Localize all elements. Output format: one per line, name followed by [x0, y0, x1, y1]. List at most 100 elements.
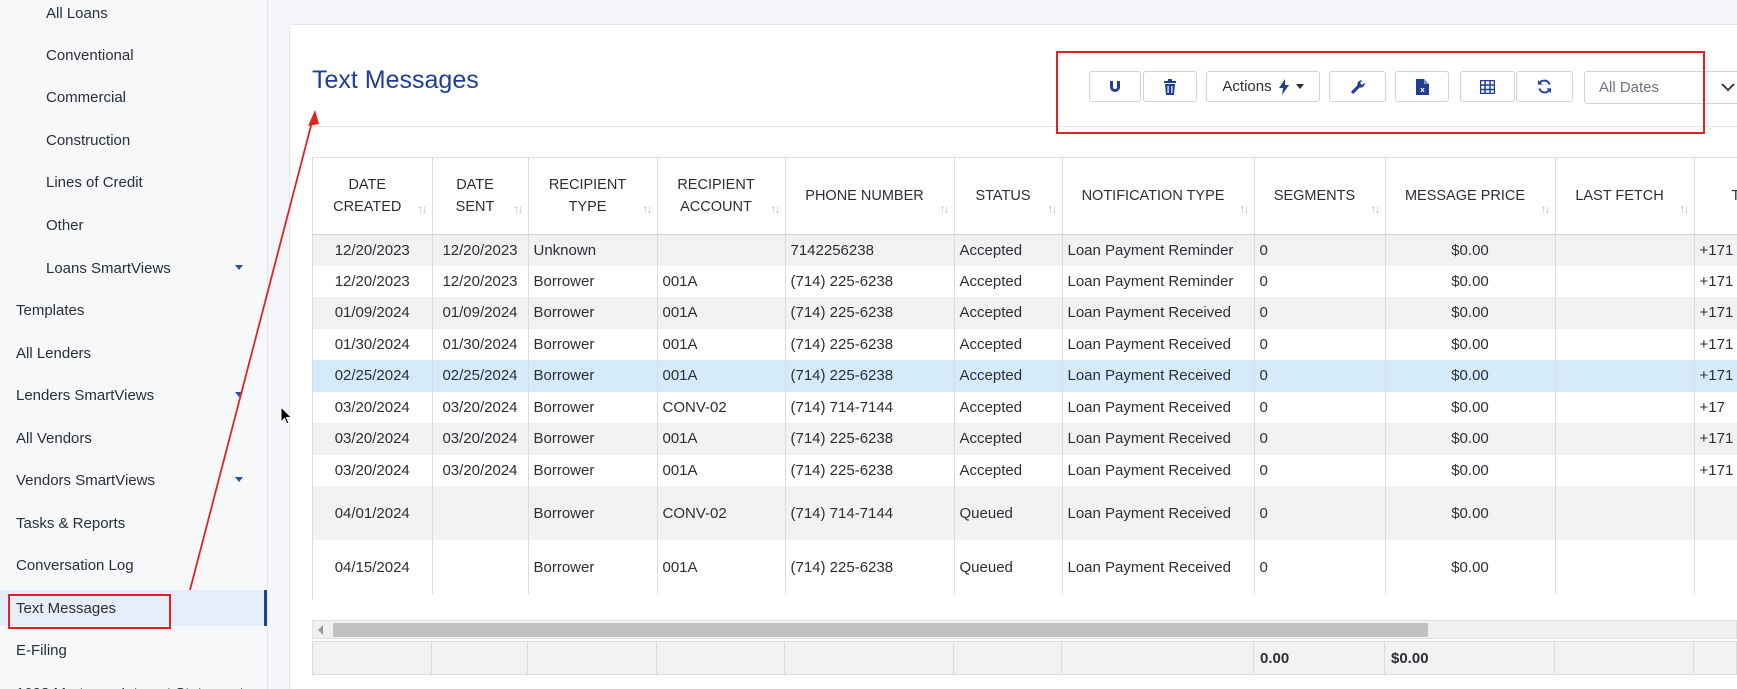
- sidebar-item-label: Construction: [46, 131, 131, 149]
- date-filter-value: All Dates: [1599, 79, 1660, 96]
- export-excel-button[interactable]: x: [1395, 71, 1449, 102]
- sidebar-item-construction[interactable]: Construction: [0, 122, 267, 158]
- messages-table: DATE CREATED ↑↓ DATE SENT ↑↓ RECIPIENT TYPE ↑…: [313, 158, 1737, 594]
- table-cell: 0: [1254, 234, 1386, 266]
- refresh-button[interactable]: [1516, 71, 1573, 102]
- column-header-last-fetch[interactable]: LAST FETCH ↑↓: [1555, 158, 1695, 235]
- table-cell: 001A: [657, 360, 786, 392]
- column-header-to-n[interactable]: TO N: [1694, 158, 1737, 235]
- table-row[interactable]: 03/20/2024 03/20/2024 Borrower CONV-02 (714)…: [313, 391, 1737, 423]
- total-segments: 0.00: [1254, 642, 1385, 674]
- sidebar-item-loans-smartviews[interactable]: Loans SmartViews: [0, 250, 267, 286]
- column-header-date-created[interactable]: DATE CREATED ↑↓: [313, 158, 433, 235]
- sidebar-item-tasks-reports[interactable]: Tasks & Reports: [0, 505, 267, 541]
- sidebar-item-commercial[interactable]: Commercial: [0, 79, 267, 115]
- sort-icon[interactable]: ↑↓: [1680, 198, 1690, 220]
- table-row[interactable]: 12/20/2023 12/20/2023 Unknown 7142256238 Acc…: [313, 234, 1737, 266]
- table-row[interactable]: 12/20/2023 12/20/2023 Borrower 001A (714) 22…: [313, 265, 1737, 297]
- sidebar-item-lenders-smartviews[interactable]: Lenders SmartViews: [0, 377, 267, 413]
- table-cell: Borrower: [528, 360, 658, 392]
- table-cell: 02/25/2024: [432, 360, 529, 392]
- sidebar-item-lines-of-credit[interactable]: Lines of Credit: [0, 164, 267, 200]
- table-row[interactable]: 01/30/2024 01/30/2024 Borrower 001A (714) 22…: [313, 328, 1737, 360]
- table-cell: $0.00: [1385, 328, 1556, 360]
- scroll-left-arrow-icon[interactable]: [318, 625, 323, 635]
- table-cell: Loan Payment Reminder: [1062, 234, 1255, 266]
- columns-grid-button[interactable]: [1460, 71, 1515, 102]
- trash-icon: [1164, 78, 1176, 95]
- sidebar-item-templates[interactable]: Templates: [0, 292, 267, 328]
- sidebar-item-label: Commercial: [46, 88, 127, 106]
- table-cell: (714) 225-6238: [785, 423, 955, 455]
- bolt-icon: [1278, 78, 1289, 95]
- column-header-message-price[interactable]: MESSAGE PRICE ↑↓: [1385, 158, 1556, 235]
- delete-button[interactable]: [1143, 71, 1197, 102]
- table-row[interactable]: 02/25/2024 02/25/2024 Borrower 001A (714) 22…: [313, 360, 1737, 392]
- table-cell: 02/25/2024: [313, 360, 433, 392]
- table-footer-totals: 0.00 $0.00: [312, 641, 1737, 675]
- sort-icon[interactable]: ↑↓: [940, 198, 950, 220]
- table-cell: 12/20/2023: [432, 265, 529, 297]
- table-row[interactable]: 04/15/2024 Borrower 001A (714) 225-6238 Queu…: [313, 540, 1737, 594]
- sidebar-item-label: 1098 Mortgage Interest Statement: [0, 685, 244, 689]
- scrollbar-thumb[interactable]: [333, 623, 1428, 637]
- table-row[interactable]: 04/01/2024 Borrower CONV-02 (714) 714-7144 Q…: [313, 486, 1737, 540]
- sidebar-item-all-vendors[interactable]: All Vendors: [0, 420, 267, 456]
- table-cell: [432, 540, 529, 594]
- column-header-recipient-type[interactable]: RECIPIENT TYPE ↑↓: [528, 158, 658, 235]
- table-cell: 03/20/2024: [313, 391, 433, 423]
- sort-icon[interactable]: ↑↓: [1541, 198, 1551, 220]
- sidebar-item-vendors-smartviews[interactable]: Vendors SmartViews: [0, 462, 267, 498]
- caret-down-icon[interactable]: [235, 392, 243, 397]
- sidebar-item-all-lenders[interactable]: All Lenders: [0, 335, 267, 371]
- sort-icon[interactable]: ↑↓: [1371, 198, 1381, 220]
- sort-icon[interactable]: ↑↓: [514, 198, 524, 220]
- table-cell: $0.00: [1385, 540, 1556, 594]
- table-cell: 001A: [657, 454, 786, 486]
- column-header-phone-number[interactable]: PHONE NUMBER ↑↓: [785, 158, 955, 235]
- sidebar-item-conventional[interactable]: Conventional: [0, 37, 267, 73]
- table-cell: $0.00: [1385, 391, 1556, 423]
- settings-button[interactable]: [1329, 71, 1386, 102]
- column-header-label: DATE SENT: [455, 176, 495, 215]
- column-header-notification-type[interactable]: NOTIFICATION TYPE ↑↓: [1062, 158, 1255, 235]
- sidebar-item-1098-mortgage-interest-statement[interactable]: 1098 Mortgage Interest Statement: [0, 675, 267, 689]
- magnet-button[interactable]: [1089, 71, 1141, 102]
- sidebar-item-text-messages[interactable]: Text Messages: [0, 590, 267, 626]
- sort-icon[interactable]: ↑↓: [1240, 198, 1250, 220]
- table-cell: [1694, 540, 1737, 594]
- horizontal-scrollbar[interactable]: [312, 620, 1737, 639]
- column-header-recipient-account[interactable]: RECIPIENT ACCOUNT ↑↓: [657, 158, 786, 235]
- sidebar-item-label: Tasks & Reports: [16, 514, 126, 532]
- table-cell: Borrower: [528, 423, 658, 455]
- sort-icon[interactable]: ↑↓: [771, 198, 781, 220]
- grid-icon: [1480, 79, 1495, 94]
- column-header-date-sent[interactable]: DATE SENT ↑↓: [432, 158, 529, 235]
- actions-dropdown-button[interactable]: Actions: [1206, 71, 1320, 102]
- table-row[interactable]: 01/09/2024 01/09/2024 Borrower 001A (714) 22…: [313, 297, 1737, 329]
- sort-icon[interactable]: ↑↓: [1048, 198, 1058, 220]
- table-row[interactable]: 03/20/2024 03/20/2024 Borrower 001A (714) 22…: [313, 454, 1737, 486]
- table-cell: Accepted: [954, 265, 1063, 297]
- sort-icon[interactable]: ↑↓: [418, 198, 428, 220]
- table-cell: (714) 714-7144: [785, 391, 955, 423]
- column-header-status[interactable]: STATUS ↑↓: [954, 158, 1063, 235]
- caret-down-icon[interactable]: [235, 477, 243, 482]
- column-header-segments[interactable]: SEGMENTS ↑↓: [1254, 158, 1386, 235]
- table-cell: (714) 714-7144: [785, 486, 955, 540]
- sidebar-item-label: Lines of Credit: [46, 173, 143, 191]
- date-filter-select[interactable]: All Dates: [1584, 71, 1737, 104]
- sort-icon[interactable]: ↑↓: [643, 198, 653, 220]
- sidebar-item-other[interactable]: Other: [0, 207, 267, 243]
- table-cell: $0.00: [1385, 360, 1556, 392]
- sidebar-item-e-filing[interactable]: E-Filing: [0, 632, 267, 668]
- sidebar-item-all-loans[interactable]: All Loans: [0, 0, 267, 31]
- table-cell: (714) 225-6238: [785, 328, 955, 360]
- table-cell: [1555, 391, 1695, 423]
- table-cell: 001A: [657, 265, 786, 297]
- table-cell: 01/30/2024: [313, 328, 433, 360]
- refresh-icon: [1537, 79, 1552, 94]
- sidebar-item-conversation-log[interactable]: Conversation Log: [0, 547, 267, 583]
- caret-down-icon[interactable]: [235, 265, 243, 270]
- table-row[interactable]: 03/20/2024 03/20/2024 Borrower 001A (714) 22…: [313, 423, 1737, 455]
